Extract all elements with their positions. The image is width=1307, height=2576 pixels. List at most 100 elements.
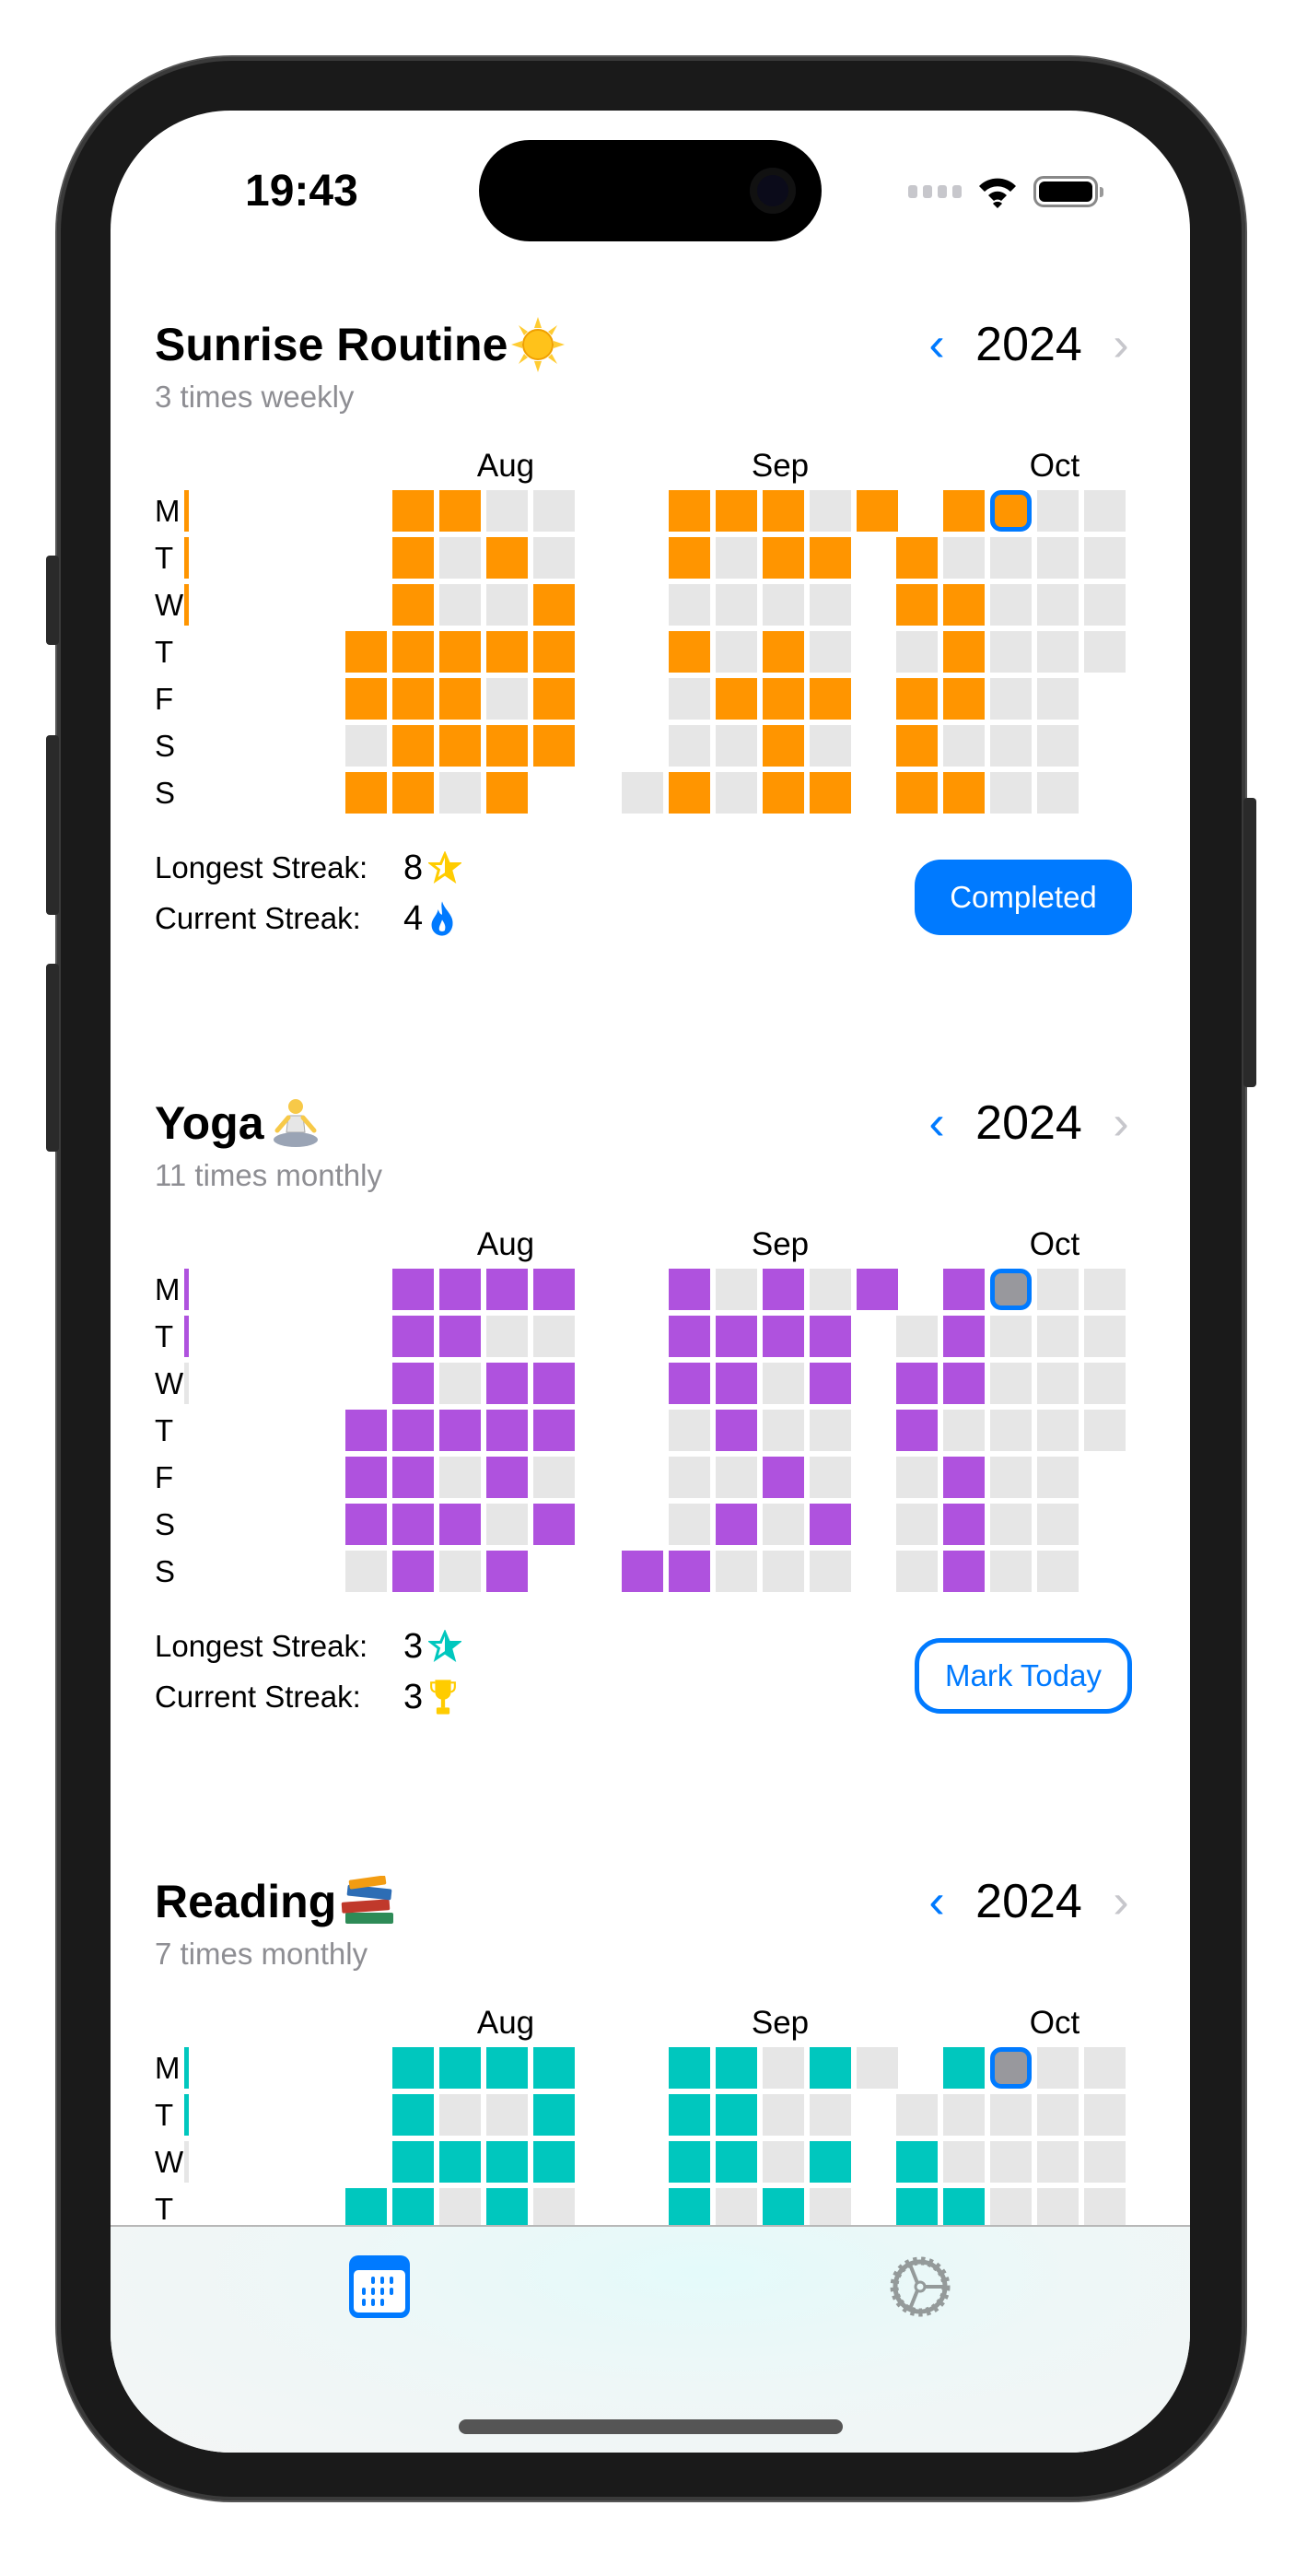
day-cell[interactable]: [533, 490, 575, 532]
day-cell[interactable]: [716, 2094, 757, 2136]
day-cell[interactable]: [1037, 1457, 1079, 1498]
day-cell[interactable]: [1037, 2094, 1079, 2136]
day-cell[interactable]: [716, 725, 757, 767]
day-cell[interactable]: [669, 1363, 710, 1404]
day-cell[interactable]: [392, 1504, 434, 1545]
day-cell[interactable]: [669, 584, 710, 626]
day-cell[interactable]: [810, 537, 851, 579]
day-cell[interactable]: [943, 490, 985, 532]
day-cell[interactable]: [392, 631, 434, 673]
day-cell[interactable]: [1037, 725, 1079, 767]
completed-button[interactable]: Completed: [915, 860, 1132, 935]
day-cell[interactable]: [716, 772, 757, 814]
day-cell[interactable]: [392, 1316, 434, 1357]
tab-calendar[interactable]: [338, 2245, 421, 2328]
day-cell[interactable]: [486, 1410, 528, 1451]
day-cell[interactable]: [990, 1316, 1032, 1357]
day-cell[interactable]: [669, 2047, 710, 2089]
day-cell[interactable]: [716, 2047, 757, 2089]
day-cell[interactable]: [810, 631, 851, 673]
day-cell[interactable]: [716, 1457, 757, 1498]
day-cell[interactable]: [810, 678, 851, 720]
day-cell[interactable]: [810, 772, 851, 814]
day-cell[interactable]: [1084, 2047, 1126, 2089]
day-cell[interactable]: [1037, 537, 1079, 579]
day-cell[interactable]: [345, 1551, 387, 1592]
day-cell[interactable]: [669, 490, 710, 532]
day-cell[interactable]: [533, 1316, 575, 1357]
day-cell[interactable]: [486, 537, 528, 579]
day-cell[interactable]: [439, 2047, 481, 2089]
day-cell[interactable]: [439, 772, 481, 814]
day-cell[interactable]: [1037, 584, 1079, 626]
day-cell[interactable]: [533, 1504, 575, 1545]
day-cell[interactable]: [439, 1504, 481, 1545]
day-cell[interactable]: [716, 631, 757, 673]
day-cell[interactable]: [669, 631, 710, 673]
today-cell[interactable]: [990, 2047, 1032, 2089]
day-cell[interactable]: [439, 2141, 481, 2183]
day-cell[interactable]: [763, 1363, 804, 1404]
day-cell[interactable]: [486, 2141, 528, 2183]
day-cell[interactable]: [1037, 1551, 1079, 1592]
day-cell[interactable]: [943, 584, 985, 626]
day-cell[interactable]: [896, 1316, 938, 1357]
day-cell[interactable]: [1037, 772, 1079, 814]
day-cell[interactable]: [392, 490, 434, 532]
day-cell[interactable]: [486, 1363, 528, 1404]
today-cell[interactable]: [990, 1269, 1032, 1310]
day-cell[interactable]: [896, 584, 938, 626]
day-cell[interactable]: [896, 631, 938, 673]
day-cell[interactable]: [1084, 2094, 1126, 2136]
day-cell[interactable]: [990, 2188, 1032, 2230]
day-cell[interactable]: [1084, 1410, 1126, 1451]
day-cell[interactable]: [345, 772, 387, 814]
day-cell[interactable]: [763, 725, 804, 767]
day-cell[interactable]: [669, 725, 710, 767]
day-cell[interactable]: [896, 1410, 938, 1451]
day-cell[interactable]: [669, 2094, 710, 2136]
day-cell[interactable]: [943, 2094, 985, 2136]
day-cell[interactable]: [943, 725, 985, 767]
day-cell[interactable]: [669, 772, 710, 814]
day-cell[interactable]: [486, 772, 528, 814]
day-cell[interactable]: [943, 678, 985, 720]
day-cell[interactable]: [439, 2188, 481, 2230]
day-cell[interactable]: [533, 537, 575, 579]
day-cell[interactable]: [990, 537, 1032, 579]
day-cell[interactable]: [486, 2047, 528, 2089]
day-cell[interactable]: [1084, 1316, 1126, 1357]
day-cell[interactable]: [486, 2094, 528, 2136]
day-cell[interactable]: [810, 2047, 851, 2089]
day-cell[interactable]: [857, 490, 898, 532]
day-cell[interactable]: [533, 2047, 575, 2089]
day-cell[interactable]: [439, 537, 481, 579]
day-cell[interactable]: [669, 1504, 710, 1545]
day-cell[interactable]: [857, 1269, 898, 1310]
day-cell[interactable]: [990, 631, 1032, 673]
day-cell[interactable]: [392, 584, 434, 626]
day-cell[interactable]: [763, 490, 804, 532]
day-cell[interactable]: [896, 1504, 938, 1545]
day-cell[interactable]: [763, 1551, 804, 1592]
day-cell[interactable]: [533, 1363, 575, 1404]
day-cell[interactable]: [1037, 631, 1079, 673]
day-cell[interactable]: [810, 1457, 851, 1498]
day-cell[interactable]: [533, 2188, 575, 2230]
day-cell[interactable]: [943, 537, 985, 579]
day-cell[interactable]: [1084, 2141, 1126, 2183]
day-cell[interactable]: [486, 1551, 528, 1592]
day-cell[interactable]: [1037, 1269, 1079, 1310]
day-cell[interactable]: [990, 2141, 1032, 2183]
day-cell[interactable]: [486, 631, 528, 673]
day-cell[interactable]: [439, 678, 481, 720]
day-cell[interactable]: [810, 1551, 851, 1592]
day-cell[interactable]: [1037, 2188, 1079, 2230]
day-cell[interactable]: [763, 2047, 804, 2089]
day-cell[interactable]: [669, 1457, 710, 1498]
day-cell[interactable]: [857, 2047, 898, 2089]
day-cell[interactable]: [810, 1363, 851, 1404]
day-cell[interactable]: [533, 725, 575, 767]
day-cell[interactable]: [716, 584, 757, 626]
day-cell[interactable]: [896, 725, 938, 767]
